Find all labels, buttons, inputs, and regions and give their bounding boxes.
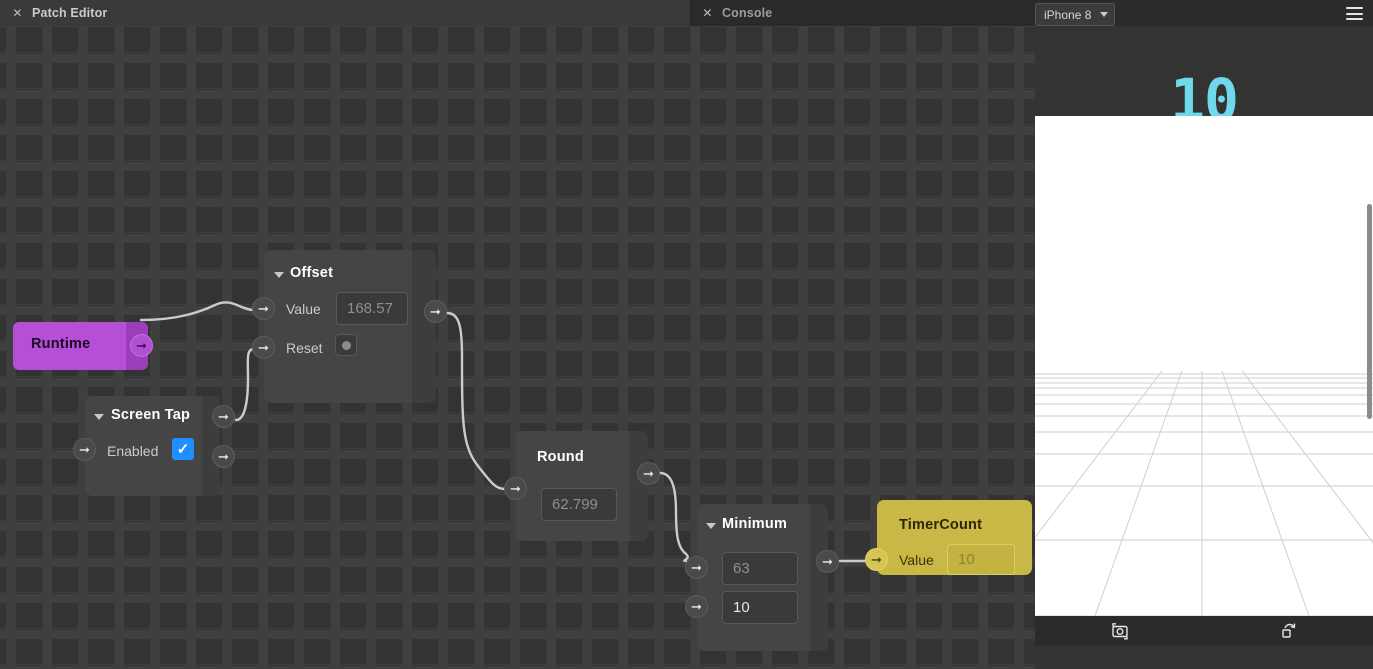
device-preview-panel: 10 [1035, 26, 1373, 669]
hamburger-menu-icon[interactable] [1346, 7, 1363, 20]
close-icon[interactable]: ✕ [12, 7, 23, 19]
minimum-input-port-1[interactable]: ➞ [685, 556, 708, 579]
node-round-strip [630, 431, 648, 541]
hamburger-line [1346, 18, 1363, 20]
triangle-down-icon[interactable] [706, 523, 716, 529]
node-offset-title: Offset [290, 265, 334, 281]
preview-stage[interactable] [1035, 116, 1373, 616]
preview-toolbar [1035, 616, 1373, 646]
node-round-body [516, 431, 648, 541]
perspective-grid-floor [1035, 370, 1373, 616]
node-timercount[interactable]: TimerCount Value 10 ➞ [865, 500, 1032, 575]
timercount-value-field[interactable]: 10 [947, 544, 1015, 575]
round-value-field[interactable]: 62.799 [541, 488, 617, 521]
patch-canvas[interactable]: Runtime ➞ Screen Tap Enabled ✓ ➞ ➞ ➞ Off… [0, 26, 1035, 669]
node-runtime[interactable]: Runtime ➞ [13, 322, 153, 370]
wire-offset-to-round [445, 311, 507, 491]
reset-rotation-button[interactable] [1204, 616, 1373, 646]
preview-scrollbar[interactable] [1367, 204, 1372, 419]
offset-value-field[interactable]: 168.57 [336, 292, 408, 325]
node-screen-tap-title: Screen Tap [111, 407, 191, 423]
tab-console-label: Console [722, 6, 773, 20]
minimum-output-port[interactable]: ➞ [816, 550, 839, 573]
triangle-down-icon[interactable] [274, 272, 284, 278]
timercount-value-label: Value [899, 552, 934, 568]
screen-tap-output-port-1[interactable]: ➞ [212, 405, 235, 428]
minimum-input-field-2[interactable]: 10 [722, 591, 798, 624]
screen-tap-enabled-checkbox[interactable]: ✓ [172, 438, 194, 460]
node-round[interactable]: Round 62.799 ➞ ➞ [504, 431, 660, 541]
switch-camera-icon [1111, 623, 1128, 640]
node-offset[interactable]: Offset Value 168.57 Reset ➞ ➞ ➞ [252, 250, 447, 403]
offset-value-input-port[interactable]: ➞ [252, 297, 275, 320]
minimum-input-port-2[interactable]: ➞ [685, 595, 708, 618]
offset-reset-label: Reset [286, 340, 323, 356]
chevron-down-icon [1100, 12, 1108, 17]
tab-patch-editor-label: Patch Editor [32, 6, 108, 20]
screen-tap-enabled-label: Enabled [107, 443, 159, 459]
round-input-port[interactable]: ➞ [504, 477, 527, 500]
tab-bar: ✕ Patch Editor ✕ Console iPhone 8 [0, 0, 1373, 26]
wire-round-to-minimum [658, 471, 689, 563]
switch-camera-button[interactable] [1035, 616, 1204, 646]
node-screen-tap[interactable]: Screen Tap Enabled ✓ ➞ ➞ ➞ [73, 396, 235, 496]
timercount-value-input-port[interactable]: ➞ [865, 548, 888, 571]
node-minimum[interactable]: Minimum 63 10 ➞ ➞ ➞ [685, 504, 839, 651]
device-selector-value: iPhone 8 [1044, 7, 1092, 22]
node-round-title: Round [537, 449, 584, 465]
triangle-down-icon[interactable] [94, 414, 104, 420]
runtime-output-port[interactable]: ➞ [130, 334, 153, 357]
offset-reset-pulse-button[interactable] [335, 334, 357, 356]
wire-screentap-to-offset-reset [234, 347, 256, 422]
screen-tap-input-port[interactable]: ➞ [73, 438, 96, 461]
offset-reset-input-port[interactable]: ➞ [252, 336, 275, 359]
hamburger-line [1346, 12, 1363, 15]
node-offset-strip [412, 250, 436, 403]
device-selector[interactable]: iPhone 8 [1035, 3, 1115, 26]
patch-canvas-content: Runtime ➞ Screen Tap Enabled ✓ ➞ ➞ ➞ Off… [0, 26, 1035, 669]
tab-console[interactable]: ✕ Console [690, 0, 1035, 26]
screen-tap-output-port-2[interactable]: ➞ [212, 445, 235, 468]
round-output-port[interactable]: ➞ [637, 462, 660, 485]
close-icon[interactable]: ✕ [702, 7, 713, 19]
offset-value-label: Value [286, 301, 321, 317]
hamburger-line [1346, 7, 1363, 9]
node-minimum-strip [810, 504, 828, 651]
pulse-dot-icon [341, 340, 351, 350]
offset-output-port[interactable]: ➞ [424, 300, 447, 323]
node-runtime-title: Runtime [31, 336, 91, 352]
tab-patch-editor[interactable]: ✕ Patch Editor [0, 0, 690, 26]
app-window: ✕ Patch Editor ✕ Console iPhone 8 Runtim… [0, 0, 1373, 669]
minimum-input-field-1[interactable]: 63 [722, 552, 798, 585]
node-timercount-title: TimerCount [899, 517, 983, 533]
node-minimum-title: Minimum [722, 516, 788, 532]
reset-rotation-icon [1281, 623, 1295, 638]
wire-runtime-to-offset [139, 301, 256, 322]
